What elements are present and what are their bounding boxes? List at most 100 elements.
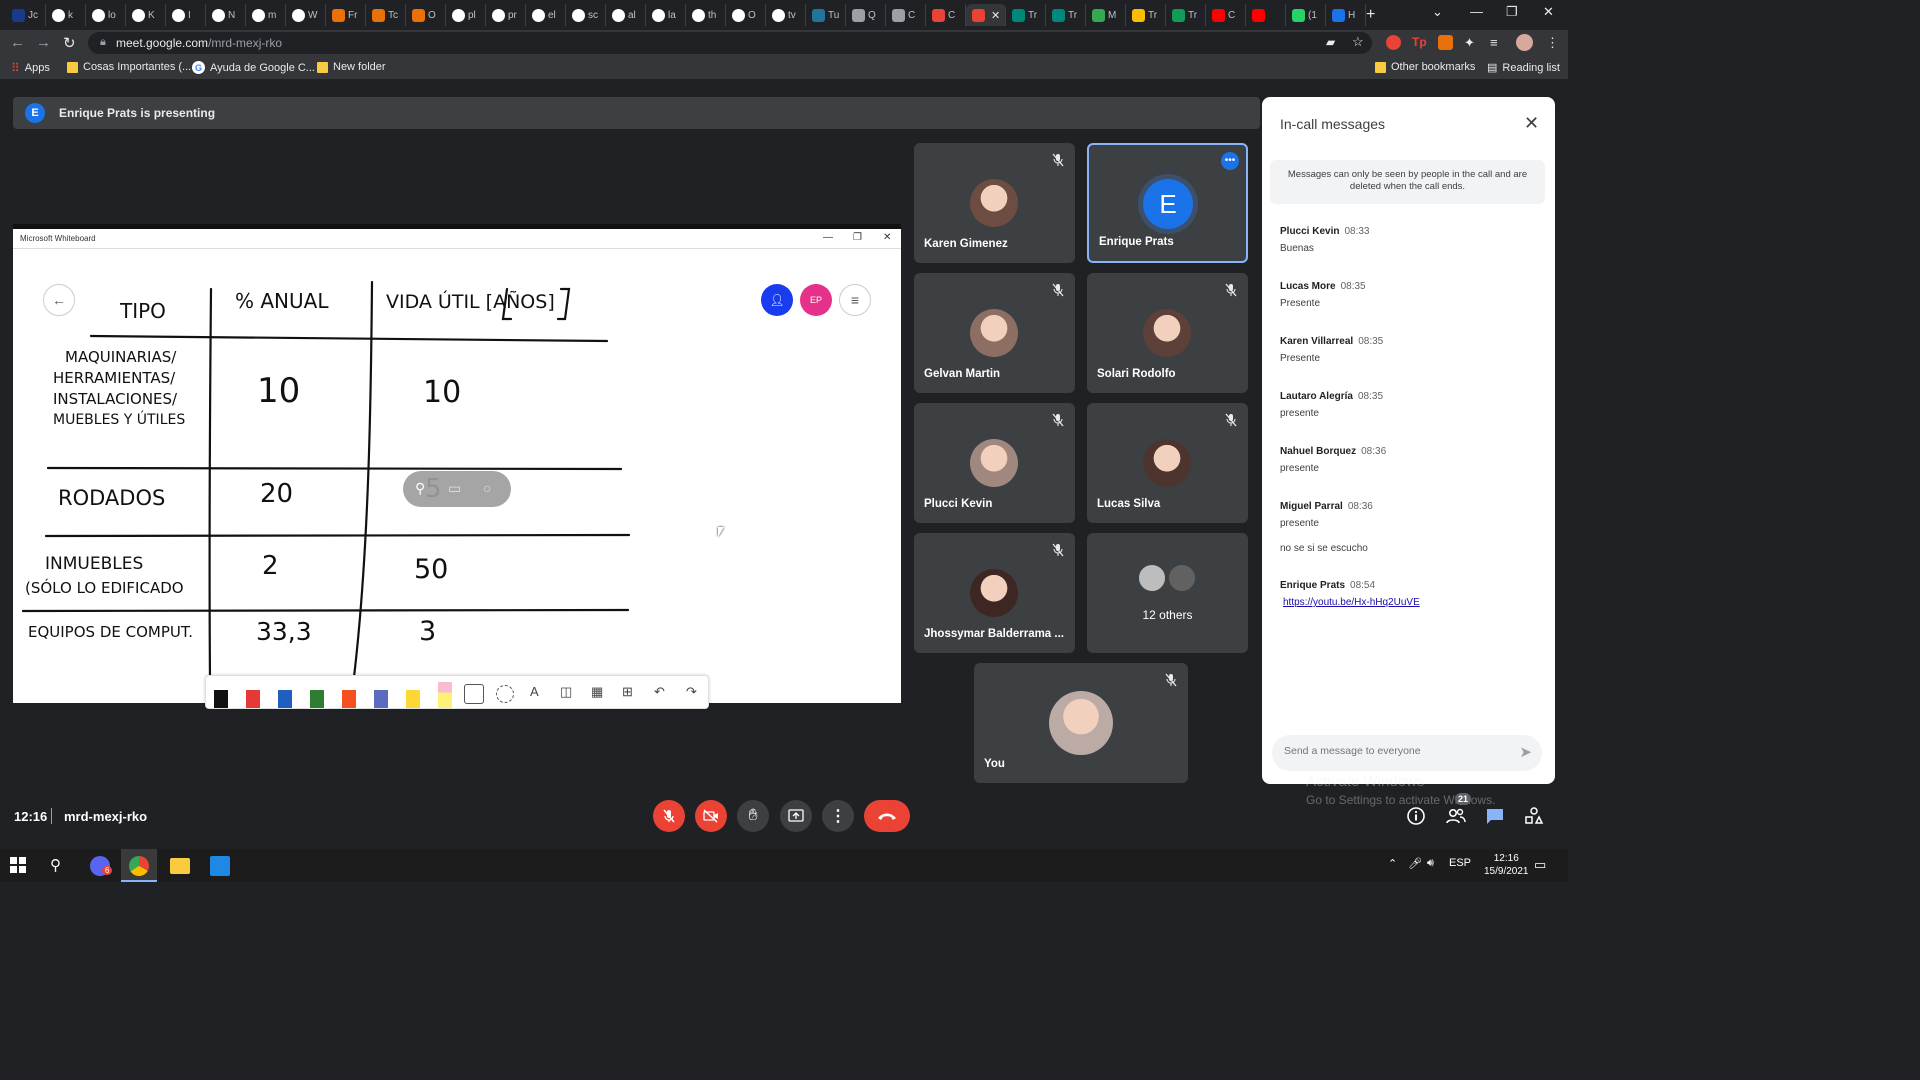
browser-tab[interactable]: tv (766, 4, 806, 26)
windows-start-icon[interactable] (10, 857, 30, 877)
bookmark-new-folder[interactable]: New folder (317, 61, 386, 73)
reload-icon[interactable]: ↻ (63, 34, 76, 52)
browser-tab[interactable]: pl (446, 4, 486, 26)
browser-tab[interactable]: N (206, 4, 246, 26)
google-icon (772, 8, 785, 22)
meeting-details-button[interactable] (1406, 806, 1426, 829)
volume-icon[interactable]: 🔊︎ (1427, 857, 1434, 870)
bookmark-ayuda-google[interactable]: G Ayuda de Google C... (192, 61, 315, 74)
send-icon[interactable]: ➤ (1519, 743, 1532, 761)
restore-icon[interactable]: ❐ (1506, 4, 1518, 20)
message-time: 08:33 (1344, 226, 1370, 237)
new-tab-icon[interactable]: + (1366, 6, 1375, 24)
participant-tile[interactable]: Gelvan Martin (914, 273, 1075, 393)
participant-tile[interactable]: You (974, 663, 1188, 783)
browser-tab[interactable] (1246, 4, 1286, 26)
chat-button[interactable] (1485, 806, 1505, 829)
browser-tab[interactable]: al (606, 4, 646, 26)
search-icon[interactable]: ⚲ (50, 856, 70, 876)
bookmark-cosas-importantes[interactable]: Cosas Importantes (... (67, 61, 191, 73)
raise-hand-button[interactable]: ✋︎ (737, 800, 769, 832)
browser-tab[interactable]: C (1206, 4, 1246, 26)
browser-tab[interactable]: O (726, 4, 766, 26)
browser-tab[interactable]: C (926, 4, 966, 26)
participant-tile[interactable]: Plucci Kevin (914, 403, 1075, 523)
people-button[interactable]: 21 (1445, 793, 1472, 829)
others-tile[interactable]: 12 others (1087, 533, 1248, 653)
tray-chevron-icon[interactable]: ⌃ (1388, 857, 1397, 870)
browser-tab[interactable]: th (686, 4, 726, 26)
discord-icon[interactable]: 6 (90, 856, 113, 876)
calculator-icon[interactable] (210, 856, 230, 876)
minimize-icon[interactable]: — (1470, 4, 1483, 19)
browser-tab[interactable]: Tr (1166, 4, 1206, 26)
mic-off-icon (1051, 543, 1065, 557)
browser-tab[interactable]: I (166, 4, 206, 26)
file-explorer-icon[interactable] (170, 858, 190, 874)
metamask-icon[interactable] (1438, 35, 1453, 50)
profile-avatar[interactable] (1516, 34, 1533, 51)
back-icon[interactable]: ← (10, 34, 25, 51)
close-window-icon[interactable]: ✕ (1543, 4, 1554, 20)
message-composer[interactable]: ➤ (1272, 735, 1542, 771)
participant-tile[interactable]: Karen Gimenez (914, 143, 1075, 263)
browser-tab[interactable]: (1 (1286, 4, 1326, 26)
activities-button[interactable] (1524, 806, 1544, 829)
browser-tab[interactable]: Fr (326, 4, 366, 26)
message-link[interactable]: https://youtu.be/Hx-hHq2UuVE (1283, 597, 1420, 608)
tab-search-icon[interactable]: ⌄ (1432, 4, 1443, 20)
notifications-icon[interactable]: ▭ (1534, 857, 1546, 873)
camera-blocked-icon[interactable]: ▰ (1326, 35, 1335, 49)
browser-tab[interactable]: lo (86, 4, 126, 26)
browser-tab[interactable]: k (46, 4, 86, 26)
browser-tab[interactable]: Tr (1126, 4, 1166, 26)
system-clock[interactable]: 12:16 15/9/2021 (1484, 852, 1529, 878)
more-options-button[interactable]: ⋮ (822, 800, 854, 832)
browser-tab[interactable]: pr (486, 4, 526, 26)
browser-tab[interactable]: Jc (6, 4, 46, 26)
extension-icon[interactable]: Tp (1412, 35, 1427, 50)
browser-tab[interactable]: Tr (1046, 4, 1086, 26)
reading-list[interactable]: ▤ Reading list (1487, 61, 1560, 75)
participant-tile[interactable]: E Enrique Prats ••• (1087, 143, 1248, 263)
browser-tab[interactable]: Tr (1006, 4, 1046, 26)
input-language[interactable]: ESP (1449, 857, 1471, 869)
media-control-icon[interactable]: ≡ (1490, 35, 1505, 50)
browser-tab[interactable]: la (646, 4, 686, 26)
microphone-icon[interactable]: 🎤︎ (1408, 857, 1422, 870)
browser-tab[interactable]: W (286, 4, 326, 26)
browser-tab[interactable]: O (406, 4, 446, 26)
close-tab-icon[interactable]: ✕ (991, 9, 1000, 22)
browser-tab[interactable]: C (886, 4, 926, 26)
browser-tab[interactable]: Tc (366, 4, 406, 26)
close-icon[interactable]: ✕ (1524, 113, 1539, 134)
browser-tab[interactable]: K (126, 4, 166, 26)
extension-icon[interactable] (1386, 35, 1401, 50)
participant-photo (1143, 309, 1191, 357)
camera-toggle-button[interactable] (695, 800, 727, 832)
extensions-puzzle-icon[interactable]: ✦ (1464, 35, 1479, 50)
browser-tab[interactable]: Tu (806, 4, 846, 26)
browser-tab[interactable]: M (1086, 4, 1126, 26)
participant-tile[interactable]: Solari Rodolfo (1087, 273, 1248, 393)
browser-tab[interactable]: sc (566, 4, 606, 26)
chrome-taskbar-button[interactable] (121, 849, 157, 882)
leave-call-button[interactable] (864, 800, 910, 832)
present-now-button[interactable] (780, 800, 812, 832)
forward-icon[interactable]: → (36, 34, 51, 51)
browser-tab[interactable]: el (526, 4, 566, 26)
address-bar[interactable]: 🔒︎ meet.google.com/mrd-mexj-rko ▰ ☆ (88, 32, 1372, 54)
bookmark-star-icon[interactable]: ☆ (1352, 34, 1364, 50)
message-body: presente (1280, 463, 1319, 474)
browser-tab[interactable]: ✕ (966, 4, 1006, 26)
message-input[interactable] (1284, 745, 1504, 757)
participant-tile[interactable]: Lucas Silva (1087, 403, 1248, 523)
browser-tab[interactable]: m (246, 4, 286, 26)
bookmark-apps[interactable]: ⠿ Apps (11, 61, 50, 75)
bookmark-other[interactable]: Other bookmarks (1375, 61, 1475, 73)
microphone-toggle-button[interactable] (653, 800, 685, 832)
participant-tile[interactable]: Jhossymar Balderrama ... (914, 533, 1075, 653)
browser-tab[interactable]: Q (846, 4, 886, 26)
browser-tab[interactable]: H (1326, 4, 1366, 26)
chrome-menu-icon[interactable]: ⋮ (1546, 35, 1561, 50)
